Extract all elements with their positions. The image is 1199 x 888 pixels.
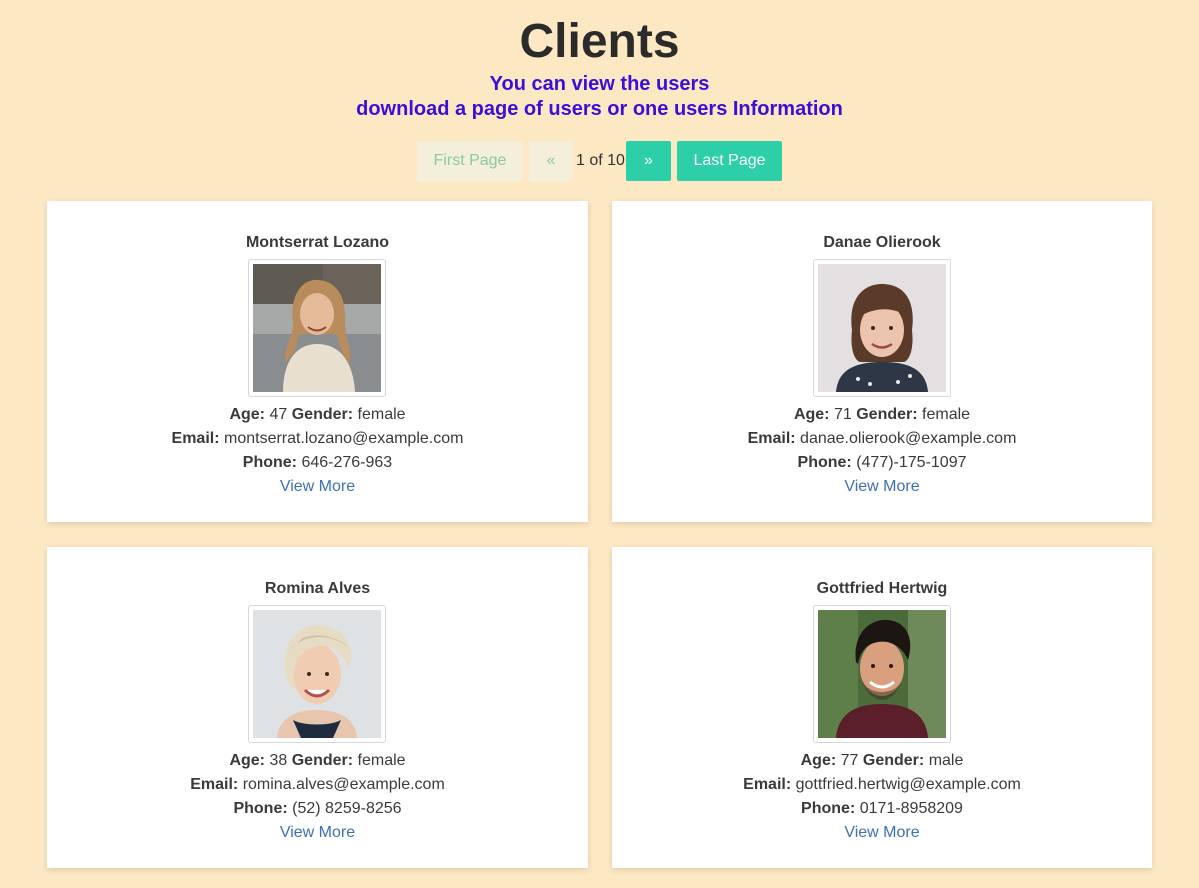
- phone-value: (52) 8259-8256: [292, 800, 402, 817]
- gender-label: Gender:: [862, 752, 925, 769]
- phone-value: (477)-175-1097: [856, 454, 967, 471]
- gender-label: Gender:: [291, 752, 354, 769]
- subtitle-line-1: You can view the users: [489, 73, 710, 95]
- page-indicator: 1 of 10: [576, 152, 625, 169]
- age-label: Age:: [793, 406, 830, 423]
- age-gender-line: Age: 38 Gender: female: [47, 751, 588, 771]
- age-value: 71: [833, 406, 852, 423]
- email-value: montserrat.lozano@example.com: [224, 430, 464, 447]
- email-label: Email:: [171, 430, 220, 447]
- gender-value: female: [357, 752, 406, 769]
- avatar: [248, 605, 386, 743]
- age-gender-line: Age: 71 Gender: female: [612, 405, 1152, 425]
- age-value: 77: [840, 752, 859, 769]
- avatar-photo-icon: [818, 264, 946, 392]
- gender-value: male: [928, 752, 964, 769]
- avatar: [813, 605, 951, 743]
- avatar-photo-icon: [818, 610, 946, 738]
- age-label: Age:: [229, 406, 266, 423]
- pagination: First Page « 1 of 10 » Last Page: [0, 141, 1199, 181]
- phone-value: 646-276-963: [301, 454, 393, 471]
- phone-label: Phone:: [797, 454, 852, 471]
- client-card: Danae Olierook Age: 71 Gender: female Em…: [612, 201, 1152, 522]
- client-card: Gottfried Hertwig Age: 77 Gender: male E…: [612, 547, 1152, 868]
- avatar: [813, 259, 951, 397]
- phone-line: Phone: (477)-175-1097: [612, 453, 1152, 473]
- client-card: Romina Alves Age: 38 Gender: female Emai…: [47, 547, 588, 868]
- email-line: Email: montserrat.lozano@example.com: [47, 429, 588, 449]
- last-page-button[interactable]: Last Page: [677, 141, 782, 181]
- view-more-link[interactable]: View More: [612, 477, 1152, 497]
- view-more-link[interactable]: View More: [47, 477, 588, 497]
- phone-value: 0171-8958209: [859, 800, 963, 817]
- phone-label: Phone:: [233, 800, 288, 817]
- phone-label: Phone:: [801, 800, 856, 817]
- phone-line: Phone: (52) 8259-8256: [47, 799, 588, 819]
- email-label: Email:: [747, 430, 796, 447]
- email-line: Email: danae.olierook@example.com: [612, 429, 1152, 449]
- avatar: [248, 259, 386, 397]
- gender-value: female: [922, 406, 971, 423]
- subtitle-line-2: download a page of users or one users In…: [356, 98, 843, 120]
- email-line: Email: gottfried.hertwig@example.com: [612, 775, 1152, 795]
- age-value: 47: [269, 406, 288, 423]
- email-label: Email:: [190, 776, 239, 793]
- email-value: gottfried.hertwig@example.com: [795, 776, 1021, 793]
- phone-line: Phone: 0171-8958209: [612, 799, 1152, 819]
- client-card: Montserrat Lozano Age: 47 Gender: female…: [47, 201, 588, 522]
- age-gender-line: Age: 47 Gender: female: [47, 405, 588, 425]
- client-name: Romina Alves: [264, 580, 371, 597]
- email-line: Email: romina.alves@example.com: [47, 775, 588, 795]
- gender-label: Gender:: [291, 406, 354, 423]
- next-page-button[interactable]: »: [626, 141, 671, 181]
- age-gender-line: Age: 77 Gender: male: [612, 751, 1152, 771]
- phone-label: Phone:: [242, 454, 297, 471]
- email-value: danae.olierook@example.com: [800, 430, 1017, 447]
- page-title: Clients: [519, 15, 680, 68]
- client-name: Gottfried Hertwig: [816, 580, 948, 597]
- email-label: Email:: [743, 776, 792, 793]
- client-name: Montserrat Lozano: [245, 234, 390, 251]
- view-more-link[interactable]: View More: [47, 823, 588, 843]
- previous-page-button[interactable]: «: [529, 141, 573, 181]
- first-page-button[interactable]: First Page: [417, 141, 523, 181]
- phone-line: Phone: 646-276-963: [47, 453, 588, 473]
- age-value: 38: [269, 752, 288, 769]
- view-more-link[interactable]: View More: [612, 823, 1152, 843]
- avatar-photo-icon: [253, 264, 381, 392]
- gender-label: Gender:: [856, 406, 918, 423]
- gender-value: female: [357, 406, 406, 423]
- age-label: Age:: [229, 752, 266, 769]
- avatar-photo-icon: [253, 610, 381, 738]
- age-label: Age:: [800, 752, 837, 769]
- email-value: romina.alves@example.com: [242, 776, 445, 793]
- client-name: Danae Olierook: [823, 234, 941, 251]
